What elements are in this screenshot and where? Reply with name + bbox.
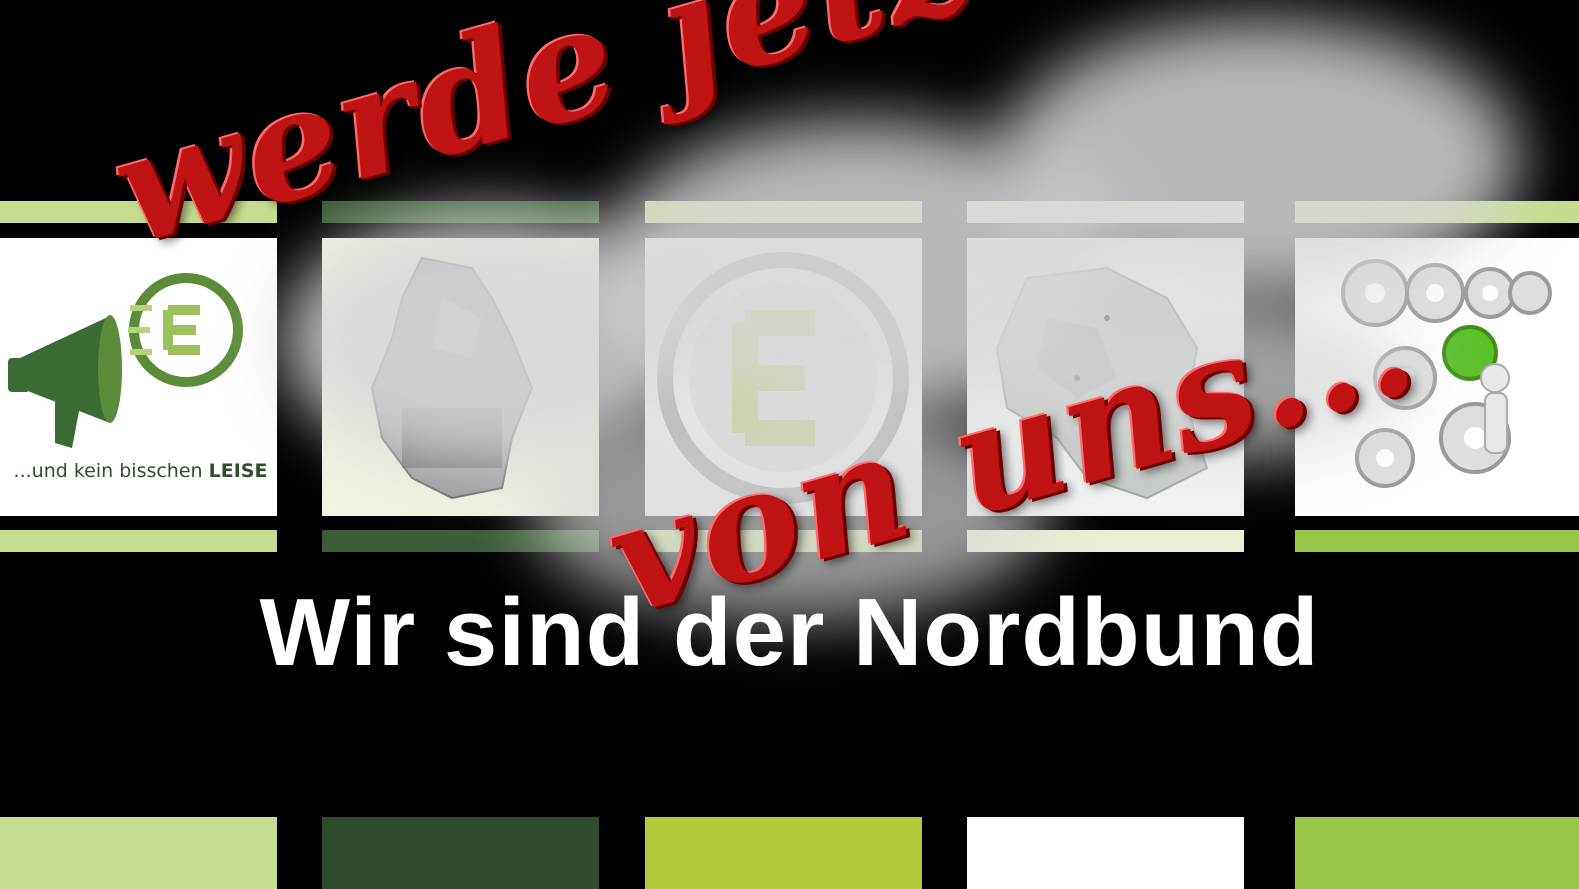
- caption-prefix: ...und kein bisschen: [13, 460, 209, 482]
- caption-strong: LEISE: [208, 460, 268, 482]
- banner: ...und kein bisschen LEISE werde von uns…: [0, 0, 1579, 889]
- tagline: Wir sind der Nordbund: [259, 579, 1320, 686]
- bottom-block-4: [967, 817, 1244, 889]
- smoke-cloud-3: [1000, 20, 1520, 300]
- panel-megaphone: ...und kein bisschen LEISE: [0, 238, 277, 516]
- panel-caption: ...und kein bisschen LEISE: [8, 460, 273, 482]
- bottom-block-2: [322, 817, 599, 889]
- bottom-block-3: [645, 817, 922, 889]
- mid-strip-1: [0, 530, 277, 552]
- mid-strip-5: [1295, 530, 1579, 552]
- bottom-block-5: [1295, 817, 1579, 889]
- bottom-block-1: [0, 817, 277, 889]
